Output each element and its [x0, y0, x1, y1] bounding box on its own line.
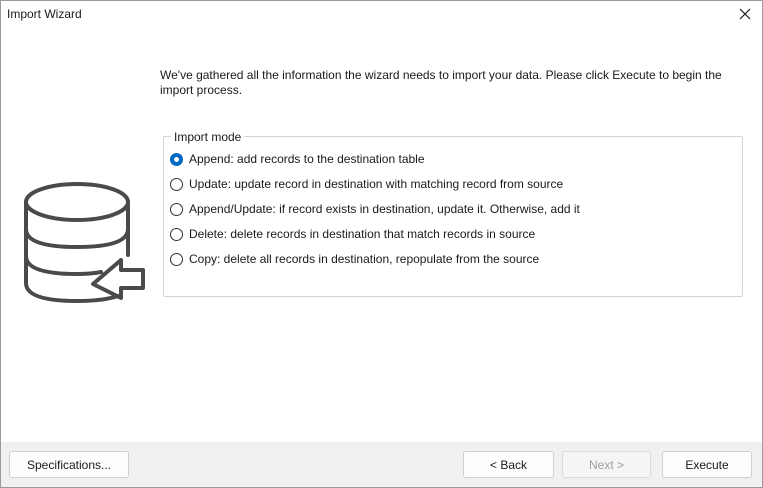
- radio-delete[interactable]: [170, 227, 183, 241]
- radio-delete-label: Delete: delete records in destination th…: [189, 227, 536, 241]
- close-button[interactable]: [728, 1, 762, 27]
- specifications-button[interactable]: Specifications...: [9, 451, 129, 478]
- wizard-footer: Specifications... < Back Next > Execute: [1, 442, 762, 487]
- radio-copy[interactable]: [170, 252, 183, 266]
- wizard-content: We've gathered all the information the w…: [1, 27, 762, 442]
- import-mode-update-option[interactable]: Update: update record in destination wit…: [170, 175, 563, 193]
- title-bar: Import Wizard: [1, 1, 762, 27]
- radio-update-label: Update: update record in destination wit…: [189, 177, 564, 191]
- import-mode-legend: Import mode: [171, 130, 245, 144]
- radio-copy-label: Copy: delete all records in destination,…: [189, 252, 540, 266]
- radio-append[interactable]: [170, 152, 183, 166]
- database-import-icon: [24, 182, 145, 303]
- import-mode-delete-option[interactable]: Delete: delete records in destination th…: [170, 225, 535, 243]
- intro-text: We've gathered all the information the w…: [160, 68, 722, 97]
- radio-append-label: Append: add records to the destination t…: [189, 152, 425, 166]
- window-title: Import Wizard: [7, 7, 82, 21]
- import-mode-append-update-option[interactable]: Append/Update: if record exists in desti…: [170, 200, 580, 218]
- radio-append-update[interactable]: [170, 202, 183, 216]
- radio-update[interactable]: [170, 177, 183, 191]
- back-button[interactable]: < Back: [463, 451, 554, 478]
- next-button[interactable]: Next >: [562, 451, 651, 478]
- execute-button[interactable]: Execute: [662, 451, 752, 478]
- import-mode-append-option[interactable]: Append: add records to the destination t…: [170, 150, 425, 168]
- import-mode-copy-option[interactable]: Copy: delete all records in destination,…: [170, 250, 539, 268]
- close-icon: [739, 8, 751, 20]
- radio-append-update-label: Append/Update: if record exists in desti…: [189, 202, 580, 216]
- import-wizard-window: Import Wizard We've gathered all the inf…: [0, 0, 763, 488]
- import-mode-group: Import mode Append: add records to the d…: [163, 130, 743, 297]
